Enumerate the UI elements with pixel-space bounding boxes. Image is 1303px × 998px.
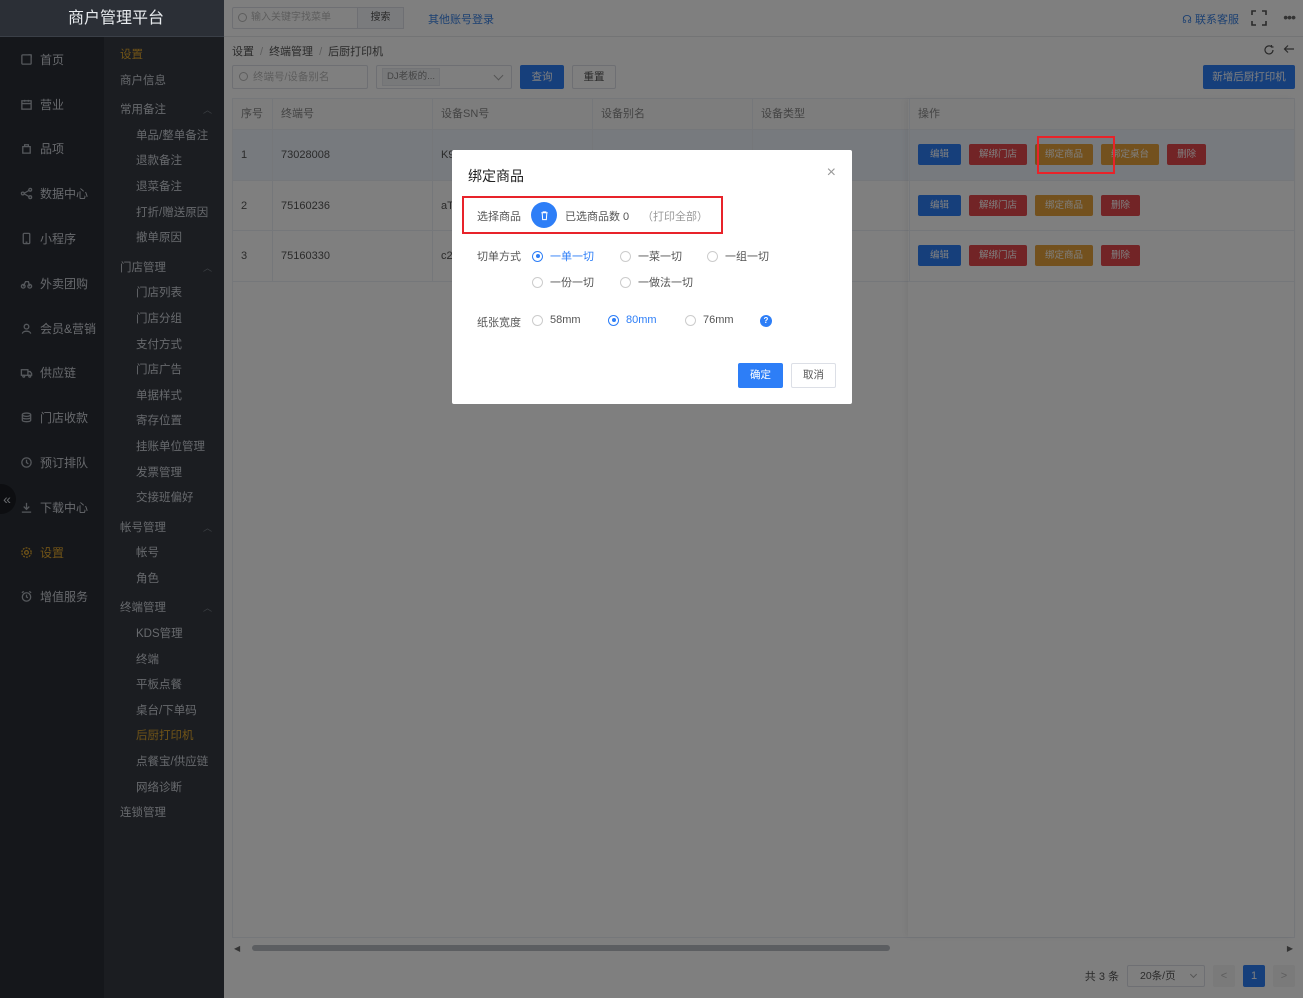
radio-dot [620,276,631,288]
app-title: 商户管理平台 [0,0,224,37]
trash-icon [540,210,548,220]
radio-label: 一菜一切 [638,251,682,263]
radio-dot [532,314,543,326]
paper-width-label: 纸张宽度 [477,317,521,329]
confirm-button[interactable]: 确定 [738,363,783,388]
radio-dot [608,314,619,326]
print-all-hint: （打印全部） [642,211,708,223]
cut-mode-label: 切单方式 [477,251,521,263]
radio-dot [532,276,543,288]
help-icon[interactable]: ? [760,315,772,327]
select-goods-label: 选择商品 [477,211,521,223]
cut-option-per-portion[interactable]: 一份一切 [532,274,594,290]
selected-goods-count: 已选商品数 0 [565,211,630,223]
radio-label: 一做法一切 [638,277,693,289]
cut-option-per-dish[interactable]: 一菜一切 [620,248,682,264]
dialog-title: 绑定商品 [468,168,524,184]
radio-dot [532,250,543,262]
paper-option-76mm[interactable]: 76mm [685,314,734,326]
radio-dot [620,250,631,262]
radio-label: 一份一切 [550,277,594,289]
bind-goods-dialog: 绑定商品 × 选择商品 已选商品数 0 （打印全部） 切单方式 一单一切 一菜一… [452,150,852,404]
radio-label: 80mm [626,314,657,326]
radio-dot [707,250,718,262]
radio-label: 一组一切 [725,251,769,263]
close-icon[interactable]: × [827,164,836,182]
cut-option-per-method[interactable]: 一做法一切 [620,274,693,290]
cancel-button[interactable]: 取消 [791,363,836,388]
paper-option-58mm[interactable]: 58mm [532,314,581,326]
radio-dot [685,314,696,326]
radio-label: 76mm [703,314,734,326]
paper-option-80mm[interactable]: 80mm [608,314,657,326]
cut-option-per-group[interactable]: 一组一切 [707,248,769,264]
radio-label: 58mm [550,314,581,326]
cut-option-per-order[interactable]: 一单一切 [532,248,594,264]
radio-label: 一单一切 [550,251,594,263]
select-goods-button[interactable] [531,202,557,228]
